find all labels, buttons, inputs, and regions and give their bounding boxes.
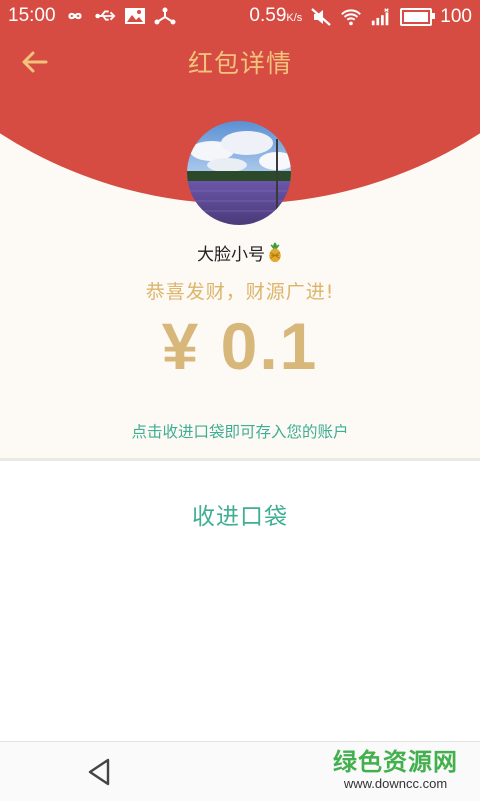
- image-icon: [124, 8, 145, 24]
- triangle-back-icon[interactable]: [84, 756, 114, 788]
- mute-icon: [311, 8, 332, 26]
- data-rate: 0.59K/s: [249, 5, 303, 26]
- battery-icon: [400, 8, 436, 26]
- avatar-photo: [187, 121, 291, 225]
- battery-level: [404, 12, 429, 22]
- sender-name-text: 大脸小号: [197, 245, 265, 265]
- watermark: 绿色资源网 www.downcc.com: [333, 748, 458, 792]
- avatar: [187, 121, 291, 225]
- divider: [0, 458, 480, 461]
- signal-icon: [372, 8, 390, 26]
- navigation-bar: 绿色资源网 www.downcc.com: [0, 741, 480, 801]
- status-bar: 15:00 0.59K/s 100: [0, 0, 480, 32]
- battery-percent: 100: [440, 6, 472, 27]
- status-time: 15:00: [8, 5, 56, 26]
- page-title: 红包详情: [187, 49, 292, 78]
- usb-icon: [94, 10, 116, 21]
- blessing-text: 恭喜发财，财源广进!: [145, 281, 335, 303]
- hint-text: 点击收进口袋即可存入您的账户: [131, 423, 349, 441]
- watermark-title: 绿色资源网: [333, 748, 458, 776]
- wifi-icon: [341, 9, 362, 26]
- pineapple-icon: [269, 242, 281, 263]
- share-icon: [154, 7, 176, 25]
- infinity-icon: [67, 12, 82, 20]
- watermark-url: www.downcc.com: [343, 776, 448, 791]
- collect-button[interactable]: 收进口袋: [140, 497, 340, 531]
- sender-name: 大脸小号: [0, 240, 480, 265]
- amount: ¥ 0.1: [161, 309, 319, 383]
